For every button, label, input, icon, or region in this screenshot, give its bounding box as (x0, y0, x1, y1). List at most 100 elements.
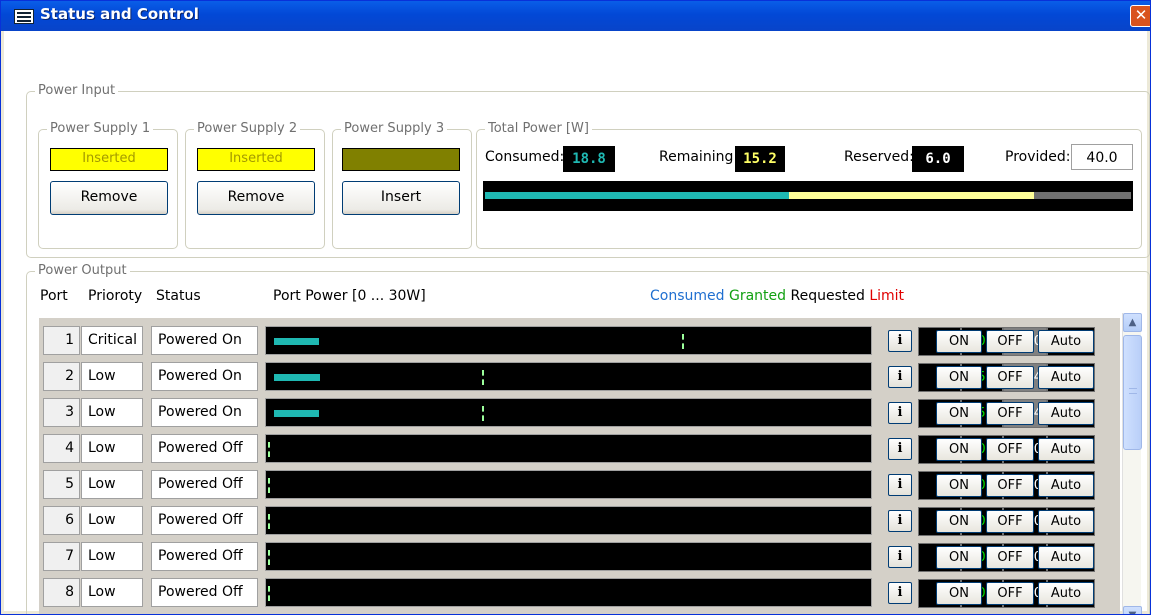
col-status-header: Status (156, 288, 201, 304)
port-off-button[interactable]: OFF (986, 438, 1034, 461)
vertical-scrollbar[interactable]: ▲ ▼ (1122, 313, 1142, 614)
port-on-button[interactable]: ON (936, 438, 982, 461)
legend-granted: Granted (728, 288, 787, 304)
title-bar[interactable]: Status and Control ✕ (1, 1, 1150, 31)
info-button[interactable]: i (888, 366, 912, 388)
power-supply-2-group: Power Supply 2 Inserted Remove (185, 121, 325, 249)
power-supply-2-remove-button[interactable]: Remove (197, 181, 315, 215)
power-supply-3-status (342, 148, 460, 171)
port-priority[interactable]: Low (81, 470, 143, 499)
port-on-button[interactable]: ON (936, 402, 982, 425)
remaining-value: 15.2 (735, 146, 785, 172)
consumed-fill (274, 410, 319, 417)
info-button[interactable]: i (888, 474, 912, 496)
total-bar-reserved (1034, 192, 1131, 199)
col-port-header: Port (40, 288, 68, 304)
close-button[interactable]: ✕ (1130, 5, 1150, 27)
info-button[interactable]: i (888, 330, 912, 352)
port-auto-button[interactable]: Auto (1038, 546, 1094, 569)
scroll-thumb[interactable] (1123, 335, 1142, 450)
power-supply-2-status: Inserted (197, 148, 315, 171)
total-power-group: Total Power [W] Consumed: 18.8 Remaining… (476, 121, 1142, 249)
port-priority[interactable]: Low (81, 434, 143, 463)
power-supply-1-remove-button[interactable]: Remove (50, 181, 168, 215)
port-off-button[interactable]: OFF (986, 402, 1034, 425)
port-auto-button[interactable]: Auto (1038, 330, 1094, 353)
power-supply-3-group: Power Supply 3 Insert (332, 121, 472, 249)
port-power-bar: 0.00.00.0--- (265, 470, 1095, 500)
info-button[interactable]: i (888, 582, 912, 604)
info-button[interactable]: i (888, 438, 912, 460)
power-supply-1-status: Inserted (50, 148, 168, 171)
info-button[interactable]: i (888, 546, 912, 568)
port-status: Powered On (151, 326, 258, 355)
info-button[interactable]: i (888, 510, 912, 532)
port-auto-button[interactable]: Auto (1038, 582, 1094, 605)
port-power-bar: 6.130.030.0--- (265, 326, 1095, 356)
legend-requested: Requested (790, 288, 865, 304)
port-on-button[interactable]: ON (936, 474, 982, 497)
consumed-fill (274, 338, 319, 345)
legend-limit: Limit (869, 288, 905, 304)
app-icon (14, 9, 34, 24)
port-power-bar: 0.00.00.0--- (265, 578, 1095, 608)
port-off-button[interactable]: OFF (986, 546, 1034, 569)
port-off-button[interactable]: OFF (986, 510, 1034, 533)
port-number: 4 (43, 434, 80, 463)
port-number: 5 (43, 470, 80, 499)
reserved-value: 6.0 (912, 146, 964, 172)
port-auto-button[interactable]: Auto (1038, 366, 1094, 389)
granted-marker (268, 586, 270, 601)
port-number: 2 (43, 362, 80, 391)
port-on-button[interactable]: ON (936, 510, 982, 533)
port-auto-button[interactable]: Auto (1038, 474, 1094, 497)
port-status: Powered Off (151, 434, 258, 463)
granted-marker (268, 514, 270, 529)
port-on-button[interactable]: ON (936, 366, 982, 389)
port-off-button[interactable]: OFF (986, 582, 1034, 605)
granted-marker (268, 478, 270, 493)
port-auto-button[interactable]: Auto (1038, 402, 1094, 425)
port-priority[interactable]: Low (81, 398, 143, 427)
port-power-bar: 0.00.00.0--- (265, 506, 1095, 536)
port-row: 5Low Powered Off0.00.00.0---i ONOFFAuto (39, 470, 1120, 500)
consumed-value: 18.8 (563, 146, 615, 172)
port-on-button[interactable]: ON (936, 546, 982, 569)
port-table: 1CriticalPowered On6.130.030.0---iONOFFA… (39, 318, 1120, 614)
power-output-label: Power Output (35, 263, 130, 278)
info-button[interactable]: i (888, 402, 912, 424)
port-off-button[interactable]: OFF (986, 330, 1034, 353)
power-supply-3-insert-button[interactable]: Insert (342, 181, 460, 215)
port-off-button[interactable]: OFF (986, 366, 1034, 389)
port-power-bar: 0.00.00.0--- (265, 434, 1095, 464)
port-auto-button[interactable]: Auto (1038, 510, 1094, 533)
reserved-label: Reserved: (844, 149, 914, 165)
granted-marker (268, 442, 270, 457)
port-row: 7Low Powered Off0.00.00.0---i ONOFFAuto (39, 542, 1120, 572)
port-power-bar: 6.215.415.4--- (265, 398, 1095, 428)
port-priority[interactable]: Low (81, 578, 143, 607)
port-number: 3 (43, 398, 80, 427)
total-bar-consumed (485, 192, 789, 199)
port-power-bar: 0.00.00.0--- (265, 542, 1095, 572)
port-row: 2Low Powered On6.315.415.4---i ONOFFAuto (39, 362, 1120, 392)
port-row: 3Low Powered On6.215.415.4---i ONOFFAuto (39, 398, 1120, 428)
scroll-down-icon[interactable]: ▼ (1123, 606, 1142, 614)
power-supply-3-label: Power Supply 3 (341, 121, 448, 136)
granted-marker (482, 370, 484, 385)
port-priority[interactable]: Critical (81, 326, 143, 355)
port-on-button[interactable]: ON (936, 330, 982, 353)
scroll-up-icon[interactable]: ▲ (1123, 313, 1142, 332)
port-priority[interactable]: Low (81, 506, 143, 535)
consumed-label: Consumed: (485, 149, 565, 165)
grip-icon (1129, 388, 1137, 394)
port-priority[interactable]: Low (81, 362, 143, 391)
port-off-button[interactable]: OFF (986, 474, 1034, 497)
port-on-button[interactable]: ON (936, 582, 982, 605)
port-auto-button[interactable]: Auto (1038, 438, 1094, 461)
power-input-label: Power Input (35, 83, 119, 98)
power-supply-1-label: Power Supply 1 (47, 121, 154, 136)
port-priority[interactable]: Low (81, 542, 143, 571)
port-status: Powered Off (151, 578, 258, 607)
col-power-header: Port Power [0 ... 30W] (273, 288, 426, 304)
